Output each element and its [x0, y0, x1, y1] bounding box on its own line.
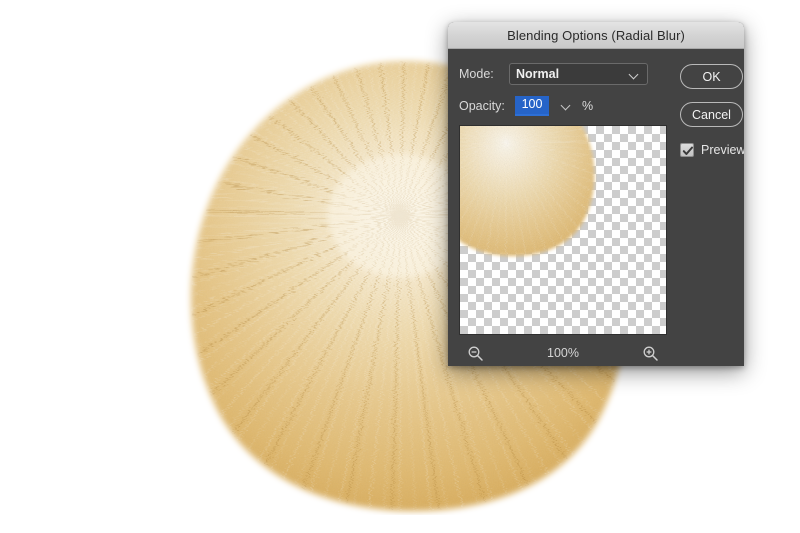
preview-checkbox[interactable] [680, 143, 694, 157]
dialog-titlebar[interactable]: Blending Options (Radial Blur) [448, 22, 744, 49]
blending-options-dialog[interactable]: Blending Options (Radial Blur) Mode: Nor… [448, 22, 744, 366]
preview-canvas[interactable] [459, 125, 667, 335]
preview-checkbox-row[interactable]: Preview [680, 143, 744, 157]
zoom-controls: 100% [459, 343, 667, 363]
app-canvas: Blending Options (Radial Blur) Mode: Nor… [0, 0, 800, 533]
preview-artwork [460, 126, 597, 267]
opacity-row: Opacity: 100 % [459, 96, 593, 116]
chevron-down-icon [630, 70, 639, 79]
check-icon [682, 146, 693, 155]
zoom-in-icon[interactable] [642, 345, 659, 362]
cancel-button[interactable]: Cancel [680, 102, 743, 127]
mode-row: Mode: Normal [459, 63, 648, 85]
opacity-unit: % [582, 99, 594, 113]
dialog-body: Mode: Normal Opacity: 100 % 100% OK Canc… [448, 49, 744, 366]
preview-checkbox-label: Preview [701, 143, 744, 157]
opacity-label: Opacity: [459, 99, 505, 113]
dialog-title: Blending Options (Radial Blur) [507, 27, 685, 43]
mode-select-value: Normal [516, 67, 560, 81]
ok-button[interactable]: OK [680, 64, 743, 89]
zoom-out-icon[interactable] [467, 345, 484, 362]
zoom-level-label: 100% [547, 346, 579, 360]
mode-select[interactable]: Normal [509, 63, 648, 85]
opacity-input[interactable]: 100 [515, 96, 549, 116]
opacity-chevron-down-icon[interactable] [562, 101, 572, 111]
mode-label: Mode: [459, 67, 494, 81]
